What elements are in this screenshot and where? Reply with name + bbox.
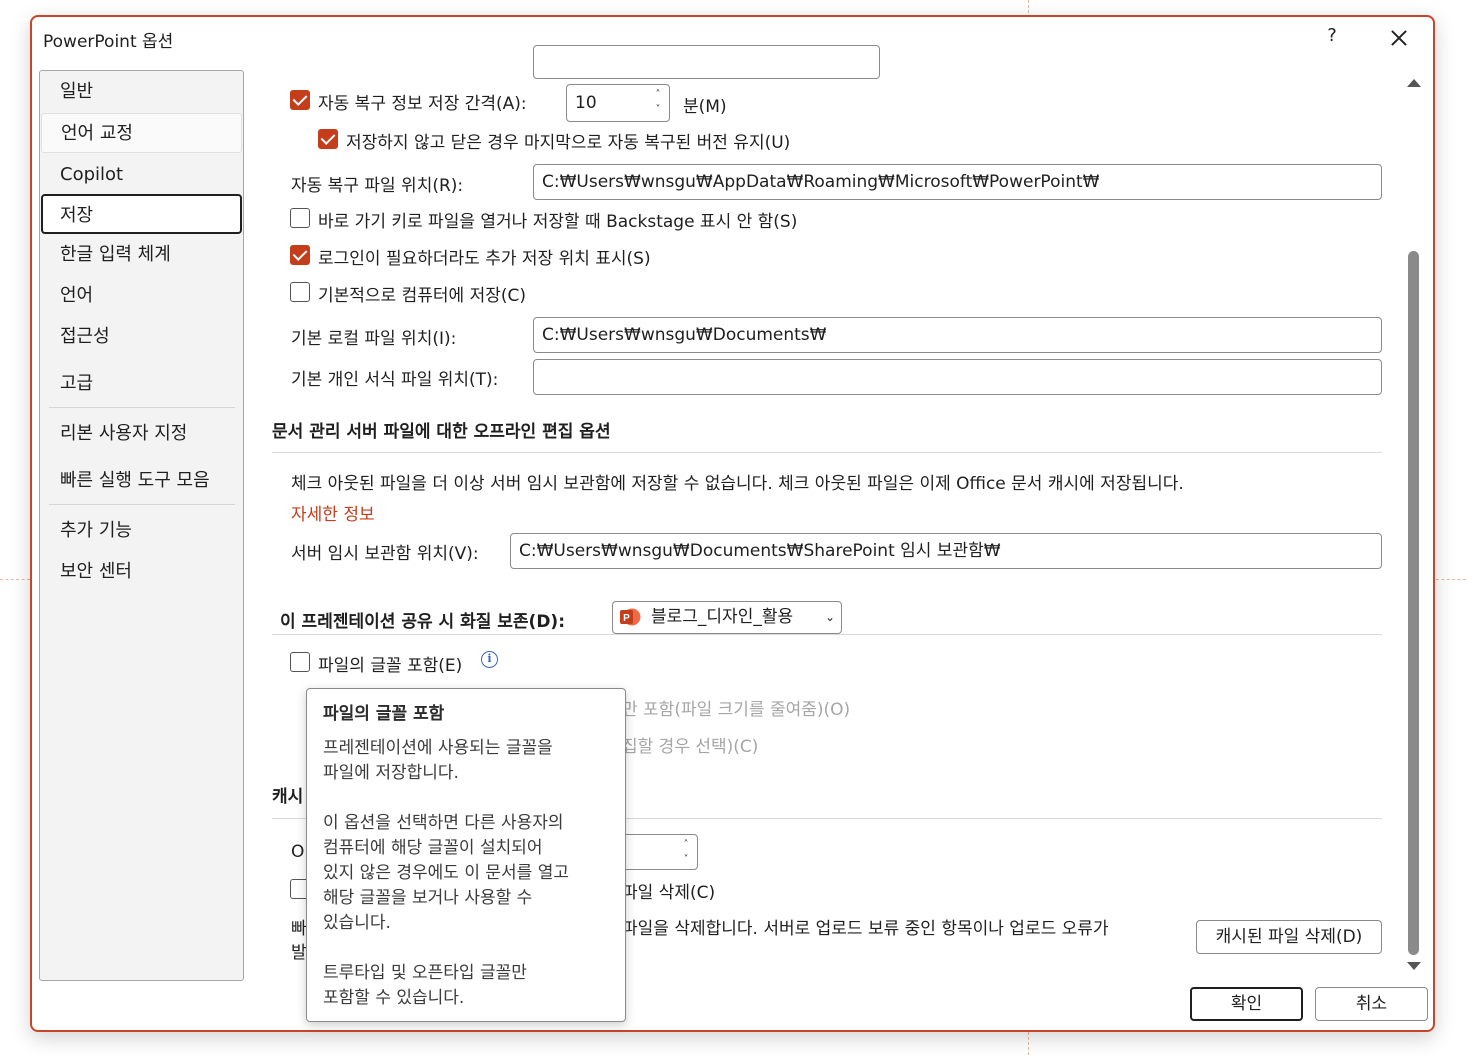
tooltip-paragraph-2: 이 옵션을 선택하면 다른 사용자의 컴퓨터에 해당 글꼴이 설치되어 있지 않… <box>323 811 609 936</box>
autorecover-location-label: 자동 복구 파일 위치(R): <box>291 176 464 196</box>
tooltip-text: 컴퓨터에 해당 글꼴이 설치되어 <box>323 838 543 858</box>
chevron-down-icon: ⌄ <box>824 610 835 624</box>
info-icon[interactable]: i <box>481 651 498 668</box>
template-location-field[interactable] <box>533 359 1382 395</box>
section-divider <box>272 452 1382 453</box>
keep-last-autosaved-checkbox[interactable] <box>318 129 338 149</box>
cache-days-label: O <box>291 842 305 862</box>
delete-closed-files-label: 파일 삭제(C) <box>622 883 716 903</box>
backstage-checkbox[interactable] <box>290 208 310 228</box>
backstage-label: 바로 가기 키로 파일을 열거나 저장할 때 Backstage 표시 안 함(… <box>318 212 798 232</box>
offline-description: 체크 아웃된 파일을 더 이상 서버 임시 보관함에 저장할 수 없습니다. 체… <box>291 474 1184 494</box>
tooltip-paragraph-3: 트루타입 및 오픈타입 글꼴만 포함할 수 있습니다. <box>323 961 609 1011</box>
show-additional-places-label: 로그인이 필요하더라도 추가 저장 위치 표시(S) <box>318 249 651 269</box>
server-drafts-field[interactable]: C:₩Users₩wnsgu₩Documents₩SharePoint 임시 보… <box>510 533 1382 569</box>
show-additional-places-checkbox[interactable] <box>290 245 310 265</box>
save-options-panel: 자동 복구 정보 저장 간격(A): 10 ˄ ˅ 분(M) 저장하지 않고 닫은… <box>32 17 1437 1034</box>
tooltip-text: 해당 글꼴을 보거나 사용할 수 <box>323 888 533 908</box>
tooltip-text: 포함할 수 있습니다. <box>323 988 465 1008</box>
embed-fonts-label: 파일의 글꼴 포함(E) <box>318 656 463 676</box>
save-format-combo-partial[interactable] <box>533 45 880 79</box>
autorecover-interval-spinner[interactable]: 10 ˄ ˅ <box>566 84 670 122</box>
local-location-field[interactable]: C:₩Users₩wnsgu₩Documents₩ <box>533 317 1382 353</box>
tooltip-text: 프레젠테이션에 사용되는 글꼴을 <box>323 738 553 758</box>
embed-fonts-checkbox[interactable] <box>290 652 310 672</box>
server-drafts-label: 서버 임시 보관함 위치(V): <box>291 544 479 564</box>
section-divider <box>272 634 1382 635</box>
fidelity-section-heading: 이 프레젠테이션 공유 시 화질 보존(D): <box>280 612 566 632</box>
tooltip-text: 있지 않은 경우에도 이 문서를 열고 <box>323 863 569 883</box>
scroll-thumb[interactable] <box>1408 251 1419 955</box>
tooltip-paragraph-1: 프레젠테이션에 사용되는 글꼴을 파일에 저장합니다. <box>323 736 609 786</box>
cancel-button[interactable]: 취소 <box>1315 987 1428 1021</box>
presentation-select-value: 블로그_디자인_활용 <box>651 607 794 627</box>
cache-description-line2-left: 발 <box>291 943 307 963</box>
autorecover-interval-value: 10 <box>575 93 597 113</box>
save-to-computer-label: 기본적으로 컴퓨터에 저장(C) <box>318 286 526 306</box>
autorecover-interval-unit: 분(M) <box>683 97 727 117</box>
tooltip-title: 파일의 글꼴 포함 <box>323 704 445 724</box>
embed-used-chars-label: 만 포함(파일 크기를 줄여줌)(O) <box>622 700 851 720</box>
offline-section-heading: 문서 관리 서버 파일에 대한 오프라인 편집 옵션 <box>272 422 611 442</box>
spinner-arrows-icon[interactable]: ˄ ˅ <box>679 837 693 867</box>
cache-description-line1: 파일을 삭제합니다. 서버로 업로드 보류 중인 항목이나 업로드 오류가 <box>622 919 1109 939</box>
svg-text:P: P <box>623 613 630 624</box>
embed-fonts-tooltip: 파일의 글꼴 포함 프레젠테이션에 사용되는 글꼴을 파일에 저장합니다. 이 … <box>306 688 626 1022</box>
tooltip-text: 파일에 저장합니다. <box>323 763 459 783</box>
tooltip-text: 있습니다. <box>323 913 391 933</box>
cache-description-line1-left: 빠 <box>291 919 307 939</box>
autorecover-location-field[interactable]: C:₩Users₩wnsgu₩AppData₩Roaming₩Microsoft… <box>533 164 1382 200</box>
cache-section-heading: 캐시 <box>272 787 304 807</box>
layout-guide-horizontal-left <box>0 579 30 580</box>
template-location-label: 기본 개인 서식 파일 위치(T): <box>291 370 499 390</box>
autorecover-interval-label: 자동 복구 정보 저장 간격(A): <box>318 94 527 114</box>
tooltip-text: 트루타입 및 오픈타입 글꼴만 <box>323 963 527 983</box>
presentation-select[interactable]: P 블로그_디자인_활용 ⌄ <box>612 601 842 634</box>
more-info-link[interactable]: 자세한 정보 <box>291 500 375 525</box>
scroll-down-icon[interactable] <box>1407 962 1421 970</box>
autorecover-checkbox[interactable] <box>290 90 310 110</box>
keep-last-autosaved-label: 저장하지 않고 닫은 경우 마지막으로 자동 복구된 버전 유지(U) <box>346 133 791 153</box>
local-location-label: 기본 로컬 파일 위치(I): <box>291 329 457 349</box>
scroll-up-icon[interactable] <box>1407 79 1421 87</box>
vertical-scrollbar[interactable] <box>1405 73 1423 977</box>
ok-button[interactable]: 확인 <box>1190 987 1303 1021</box>
powerpoint-options-dialog: PowerPoint 옵션 ? 일반 언어 교정 Copilot 저장 한글 입… <box>30 15 1435 1032</box>
embed-all-chars-label: 집할 경우 선택)(C) <box>622 737 759 757</box>
spinner-arrows-icon[interactable]: ˄ ˅ <box>651 87 665 117</box>
delete-cached-files-button[interactable]: 캐시된 파일 삭제(D) <box>1196 920 1382 954</box>
powerpoint-file-icon: P <box>620 608 641 626</box>
layout-guide-horizontal-right <box>1436 579 1466 580</box>
tooltip-text: 이 옵션을 선택하면 다른 사용자의 <box>323 813 564 833</box>
save-to-computer-checkbox[interactable] <box>290 282 310 302</box>
